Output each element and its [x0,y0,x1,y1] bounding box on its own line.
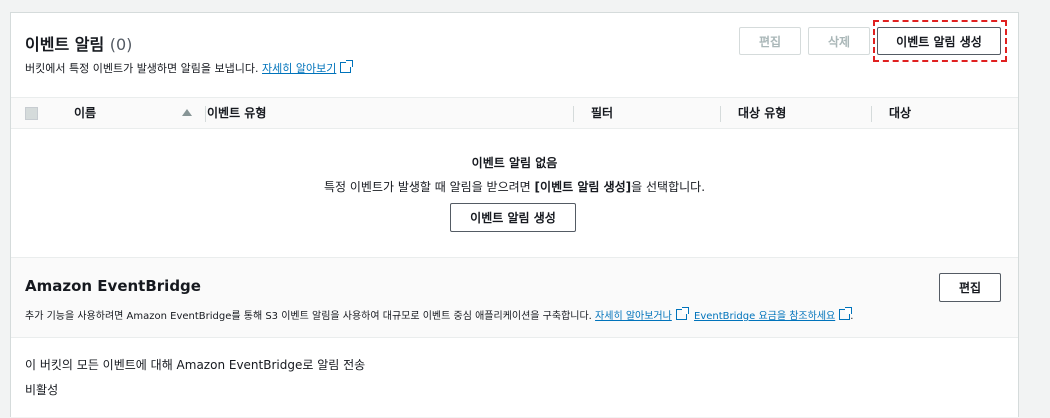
empty-state-description: 특정 이벤트가 발생할 때 알림을 받으려면 [이벤트 알림 생성]을 선택합니… [11,178,1018,195]
eventbridge-title: Amazon EventBridge [25,277,201,295]
section-description: 버킷에서 특정 이벤트가 발생하면 알림을 보냅니다. 자세히 알아보기 [25,60,354,76]
eventbridge-description: 추가 기능을 사용하려면 Amazon EventBridge를 통해 S3 이… [25,307,853,322]
eventbridge-status-value: 비활성 [25,383,59,397]
column-header-name[interactable]: 이름 [74,98,96,128]
eventbridge-section: Amazon EventBridge 편집 추가 기능을 사용하려면 Amazo… [11,257,1018,337]
section-title-text: 이벤트 알림 [25,35,105,54]
external-link-icon [675,307,689,320]
eventbridge-status-label: 이 버킷의 모든 이벤트에 대해 Amazon EventBridge로 알림 … [25,358,366,372]
column-divider [573,106,574,122]
empty-state-title: 이벤트 알림 없음 [471,156,558,170]
description-text: 버킷에서 특정 이벤트가 발생하면 알림을 보냅니다. [25,62,259,75]
eventbridge-edit-button[interactable]: 편집 [939,273,1001,302]
empty-create-event-notification-button[interactable]: 이벤트 알림 생성 [450,203,576,232]
external-link-icon [839,307,853,320]
eventbridge-description-text: 추가 기능을 사용하려면 Amazon EventBridge를 통해 S3 이… [25,311,592,322]
eventbridge-status-section: 이 버킷의 모든 이벤트에 대해 Amazon EventBridge로 알림 … [11,337,1018,418]
column-header-destination[interactable]: 대상 [889,98,911,128]
table-header: 이름 이벤트 유형 필터 대상 유형 대상 [11,97,1018,129]
empty-desc-bold: [이벤트 알림 생성] [534,180,632,194]
highlight-box [873,20,1007,62]
learn-more-link[interactable]: 자세히 알아보기 [262,62,336,75]
column-header-destination-type[interactable]: 대상 유형 [738,98,786,128]
delete-button[interactable]: 삭제 [808,27,870,55]
external-link-icon [340,60,354,73]
edit-button[interactable]: 편집 [739,27,801,55]
section-title: 이벤트 알림 (0) [25,31,132,55]
empty-desc-before: 특정 이벤트가 발생할 때 알림을 받으려면 [323,180,535,194]
eventbridge-pricing-link[interactable]: EventBridge 요금을 참조하세요 [694,311,835,322]
select-all-checkbox[interactable] [25,107,38,120]
notification-count: (0) [109,35,133,54]
column-divider [871,106,872,122]
column-header-filter[interactable]: 필터 [591,98,613,128]
eventbridge-learn-more-link[interactable]: 자세히 알아보거나 [595,311,672,322]
column-divider [720,106,721,122]
sort-ascending-icon[interactable] [182,109,192,116]
column-header-event-type[interactable]: 이벤트 유형 [207,98,266,128]
column-divider [205,106,206,122]
event-notifications-panel: 이벤트 알림 (0) 버킷에서 특정 이벤트가 발생하면 알림을 보냅니다. 자… [10,12,1019,417]
empty-desc-after: 을 선택합니다. [631,180,706,194]
